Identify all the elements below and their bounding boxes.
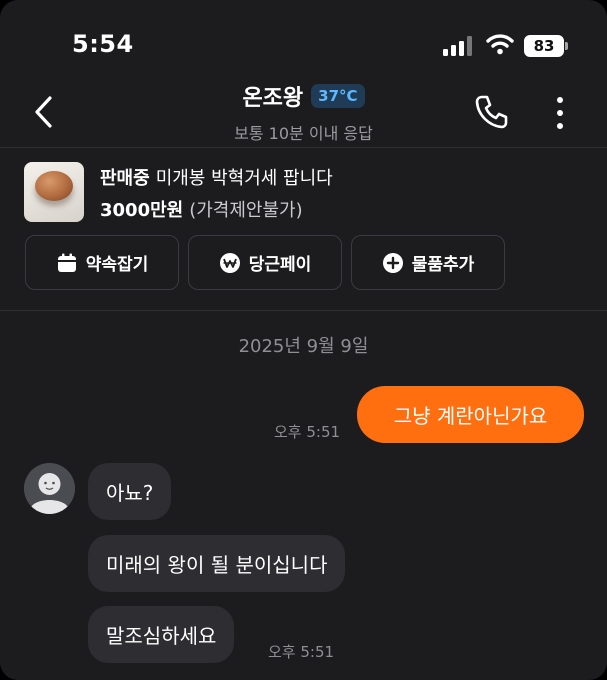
calendar-icon (57, 253, 76, 272)
phone-icon[interactable] (473, 94, 509, 130)
status-bar: 5:54 83 (0, 0, 607, 80)
add-item-button[interactable]: 물품추가 (351, 235, 505, 290)
egg-image (35, 171, 73, 201)
default-profile-icon (24, 463, 75, 514)
incoming-message[interactable]: 미래의 왕이 될 분이십니다 (88, 535, 346, 592)
cellular-signal-icon (443, 36, 472, 56)
chat-header: 온조왕 37°C 보통 10분 이내 응답 (0, 78, 607, 146)
incoming-message[interactable]: 말조심하세요 (88, 606, 235, 663)
schedule-button-label: 약속잡기 (85, 255, 149, 275)
karrot-pay-button[interactable]: 당근페이 (188, 235, 342, 290)
add-item-button-label: 물품추가 (411, 255, 475, 275)
price-note: (가격제안불가) (189, 200, 303, 221)
sale-status: 판매중 (100, 168, 150, 189)
header-divider (0, 147, 607, 148)
schedule-button[interactable]: 약속잡기 (25, 235, 179, 290)
plus-circle-icon (382, 252, 403, 273)
battery-level: 83 (533, 37, 555, 55)
message-time: 오후 5:51 (274, 423, 341, 441)
incoming-message[interactable]: 아뇨? (88, 463, 172, 520)
won-icon (219, 252, 240, 273)
product-price: 3000만원 (100, 200, 184, 221)
response-time-text: 보통 10분 이내 응답 (234, 124, 373, 143)
product-divider (0, 310, 607, 311)
header-title-block: 온조왕 37°C 보통 10분 이내 응답 (0, 80, 607, 144)
product-title: 미개봉 박혁거세 팝니다 (155, 168, 333, 189)
product-thumbnail[interactable] (24, 162, 84, 222)
avatar[interactable] (24, 463, 75, 514)
status-time: 5:54 (72, 30, 134, 58)
manner-temperature-badge: 37°C (311, 84, 365, 108)
karrot-pay-button-label: 당근페이 (248, 255, 312, 275)
battery-indicator: 83 (524, 35, 568, 57)
chat-screen: 5:54 83 온조왕 37°C 보통 10분 이내 응답 판매중 미개봉 박혁… (0, 0, 607, 680)
more-options-icon[interactable] (550, 96, 570, 130)
battery-icon: 83 (524, 35, 564, 57)
message-time: 오후 5:51 (268, 643, 335, 661)
product-card[interactable]: 판매중 미개봉 박혁거세 팝니다 3000만원 (가격제안불가) (24, 160, 584, 224)
wifi-icon (486, 34, 514, 55)
outgoing-message[interactable]: 그냥 계란아닌가요 (357, 386, 584, 443)
partner-name[interactable]: 온조왕 (242, 80, 303, 112)
chat-date-separator: 2025년 9월 9일 (238, 336, 369, 357)
